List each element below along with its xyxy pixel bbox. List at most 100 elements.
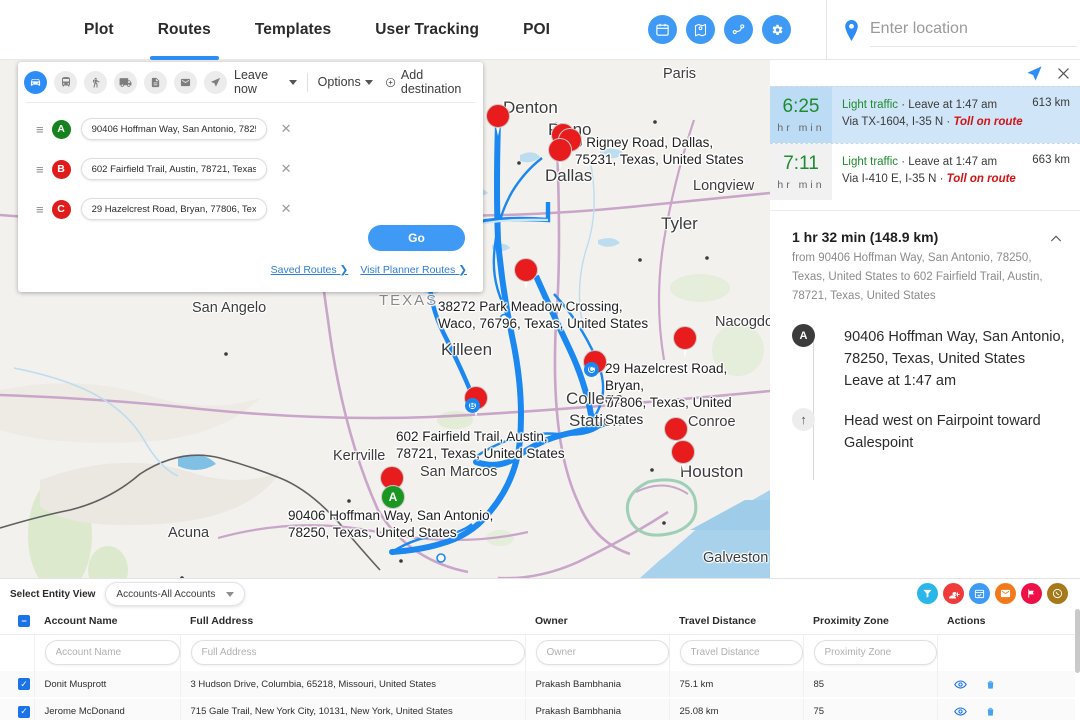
column-owner[interactable]: Owner [525, 609, 669, 635]
nav-icon-buttons [648, 15, 792, 44]
navigate-share-icon[interactable] [1026, 65, 1043, 82]
view-icon[interactable] [953, 678, 967, 691]
saved-routes-link[interactable]: Saved Routes ❯ [271, 264, 349, 276]
filter-account-name[interactable] [44, 640, 180, 666]
email-icon[interactable] [995, 583, 1016, 604]
arrow-up-icon: ↑ [792, 408, 815, 431]
route-duration-units: hr min [777, 122, 825, 134]
entity-view-dropdown[interactable]: Accounts-All Accounts [105, 582, 246, 606]
calendar-icon[interactable] [648, 15, 678, 44]
stop-input-b[interactable] [80, 158, 267, 180]
flag-icon[interactable] [1021, 583, 1042, 604]
route-option-2[interactable]: 7:11 hr min Light traffic · Leave at 1:4… [770, 143, 1080, 200]
chevron-down-icon [364, 79, 373, 85]
stop-input-a[interactable] [80, 118, 267, 140]
map-marker[interactable] [673, 326, 697, 358]
view-icon[interactable] [953, 705, 967, 718]
drag-handle-icon[interactable]: ≡ [36, 163, 44, 176]
add-user-icon[interactable] [943, 583, 964, 604]
add-destination-button[interactable]: Add destination [385, 68, 475, 96]
transit-icon[interactable] [54, 70, 77, 94]
truck-icon[interactable] [114, 70, 137, 94]
filter-owner[interactable] [535, 640, 669, 666]
route-card-toolbar: Leave now Options Add destination [18, 62, 483, 102]
entity-grid-panel: Select Entity View Accounts-All Accounts [0, 578, 1080, 720]
go-button[interactable]: Go [368, 225, 465, 251]
route-card-controls: Leave now Options Add destination [234, 68, 475, 96]
map-marker[interactable] [671, 440, 695, 472]
calendar-check-icon[interactable] [969, 583, 990, 604]
route-option-details: Light traffic · Leave at 1:47 am Via I-4… [832, 144, 1080, 200]
close-icon[interactable] [1055, 65, 1072, 82]
chevron-up-icon[interactable] [1048, 231, 1064, 252]
remove-stop-icon[interactable]: ✕ [281, 121, 292, 137]
filter-proximity-zone[interactable] [813, 640, 937, 666]
drag-handle-icon[interactable]: ≡ [36, 123, 44, 136]
stop-row: ≡ A ✕ [18, 109, 483, 149]
delete-icon[interactable] [985, 678, 996, 691]
select-all-checkbox[interactable]: − [18, 615, 30, 628]
column-proximity-zone[interactable]: Proximity Zone [803, 609, 937, 635]
route-duration: 6:25 [782, 96, 820, 117]
filter-travel-distance[interactable] [679, 640, 803, 666]
route-waypoint-pin[interactable]: C [584, 362, 599, 377]
map-marker[interactable] [548, 138, 572, 170]
traffic-status: Light traffic [842, 99, 899, 111]
drag-handle-icon[interactable]: ≡ [36, 203, 44, 216]
divider [306, 72, 308, 92]
tab-poi[interactable]: POI [501, 0, 572, 60]
chevron-down-icon [226, 591, 235, 597]
column-full-address[interactable]: Full Address [180, 609, 525, 635]
leave-time: · Leave at 1:47 am [901, 156, 998, 168]
mail-icon[interactable] [174, 70, 197, 94]
row-checkbox[interactable]: ✓ [18, 678, 30, 690]
walk-icon[interactable] [84, 70, 107, 94]
options-dropdown[interactable]: Options [318, 75, 373, 89]
app-root: San Angelo Acuna Kerrville San Marcos Killee… [0, 0, 1080, 720]
column-account-name[interactable]: Account Name [34, 609, 180, 635]
route-option-1[interactable]: 6:25 hr min Light traffic · Leave at 1:4… [770, 86, 1080, 143]
car-icon[interactable] [24, 70, 47, 94]
cell-owner: Prakash Bambhania [525, 671, 670, 699]
navigate-icon[interactable] [204, 70, 227, 94]
remove-stop-icon[interactable]: ✕ [281, 201, 292, 217]
leave-now-dropdown[interactable]: Leave now [234, 68, 297, 96]
route-duration-units: hr min [777, 179, 825, 191]
entity-grid-toolbar: Select Entity View Accounts-All Accounts [0, 579, 1080, 609]
delete-icon[interactable] [985, 705, 996, 718]
row-checkbox[interactable]: ✓ [18, 705, 30, 718]
filter-cell-travel-distance [669, 634, 804, 671]
visit-planner-routes-link[interactable]: Visit Planner Routes ❯ [360, 264, 467, 276]
map-marker[interactable]: A [381, 485, 405, 517]
remove-stop-icon[interactable]: ✕ [281, 161, 292, 177]
map-marker[interactable] [486, 104, 510, 136]
column-travel-distance[interactable]: Travel Distance [669, 609, 803, 635]
filter-icon[interactable] [917, 583, 938, 604]
cell-full-address: 715 Gale Trail, New York City, 10131, Ne… [180, 698, 526, 720]
map-pin-icon[interactable] [686, 15, 716, 44]
search-input[interactable] [870, 13, 1077, 47]
stop-input-c[interactable] [80, 198, 267, 220]
route-waypoint-pin[interactable]: B [465, 398, 480, 413]
table-row[interactable]: ✓ Donit Musprott 3 Hudson Drive, Columbi… [0, 671, 1080, 699]
phone-icon[interactable] [1047, 583, 1068, 604]
tab-user-tracking[interactable]: User Tracking [353, 0, 501, 60]
table-row[interactable]: ✓ Jerome McDonand 715 Gale Trail, New Yo… [0, 698, 1080, 720]
map-marker[interactable] [514, 258, 538, 290]
gear-icon[interactable] [762, 15, 792, 44]
filter-full-address[interactable] [190, 640, 525, 666]
route-leg-summary: 1 hr 32 min (148.9 km) from 90406 Hoffma… [770, 210, 1080, 480]
tab-plot[interactable]: Plot [62, 0, 136, 60]
filter-cell-full-address [180, 634, 526, 671]
accounts-table: − Account Name Full Address Owner Travel… [0, 609, 1080, 720]
stop-badge: A [51, 119, 71, 139]
table-header-row: − Account Name Full Address Owner Travel… [0, 609, 1080, 635]
tab-routes[interactable]: Routes [136, 0, 233, 60]
grid-scrollbar[interactable] [1075, 609, 1080, 720]
document-icon[interactable] [144, 70, 167, 94]
location-pin-icon [843, 19, 860, 41]
route-via-line: Via TX-1604, I-35 N · Toll on route [842, 114, 1072, 131]
route-icon[interactable] [724, 15, 754, 44]
plus-circle-icon [385, 77, 395, 87]
tab-templates[interactable]: Templates [233, 0, 353, 60]
